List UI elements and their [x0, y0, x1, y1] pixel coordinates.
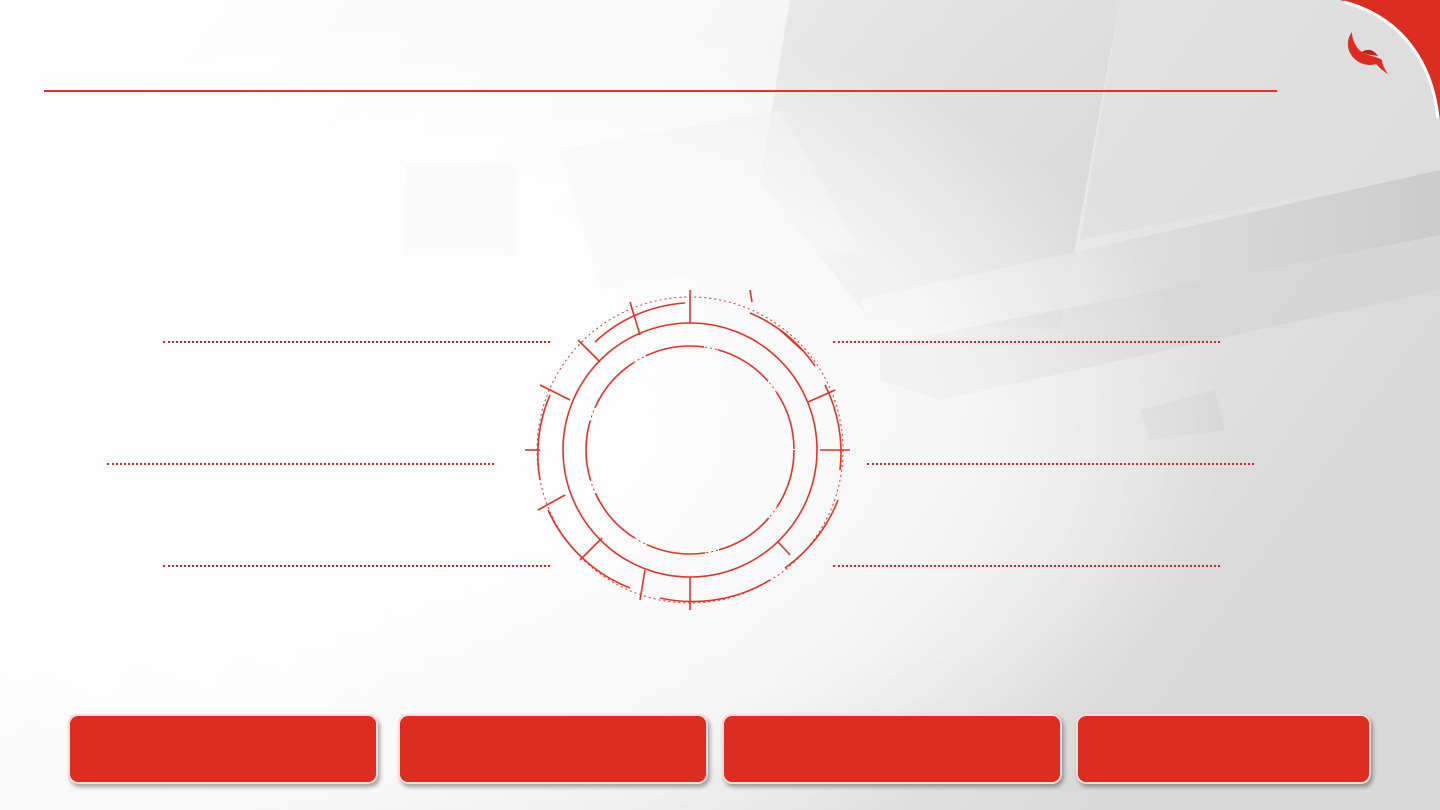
- footer-box-2: [398, 714, 708, 784]
- leader-line-left-middle: [107, 463, 494, 465]
- footer-box-1: [68, 714, 378, 784]
- bird-logo-icon: [1347, 32, 1388, 74]
- slide-title: [44, 40, 1244, 84]
- slide-canvas: [0, 0, 1440, 810]
- leader-line-left-top: [163, 341, 550, 343]
- leader-line-right-middle: [867, 463, 1254, 465]
- right-label-bottom: [833, 536, 1213, 560]
- footer-box-3: [722, 714, 1062, 784]
- leader-line-left-bottom: [163, 565, 550, 567]
- left-label-top: [163, 312, 543, 336]
- left-label-middle: [107, 434, 487, 458]
- footer-box-4: [1076, 714, 1371, 784]
- segmented-ring-diagram: [525, 290, 850, 610]
- leader-line-right-bottom: [833, 565, 1220, 567]
- title-underline: [44, 90, 1277, 92]
- right-label-middle: [867, 434, 1247, 458]
- right-label-top: [833, 312, 1213, 336]
- leader-line-right-top: [833, 341, 1220, 343]
- left-label-bottom: [163, 536, 543, 560]
